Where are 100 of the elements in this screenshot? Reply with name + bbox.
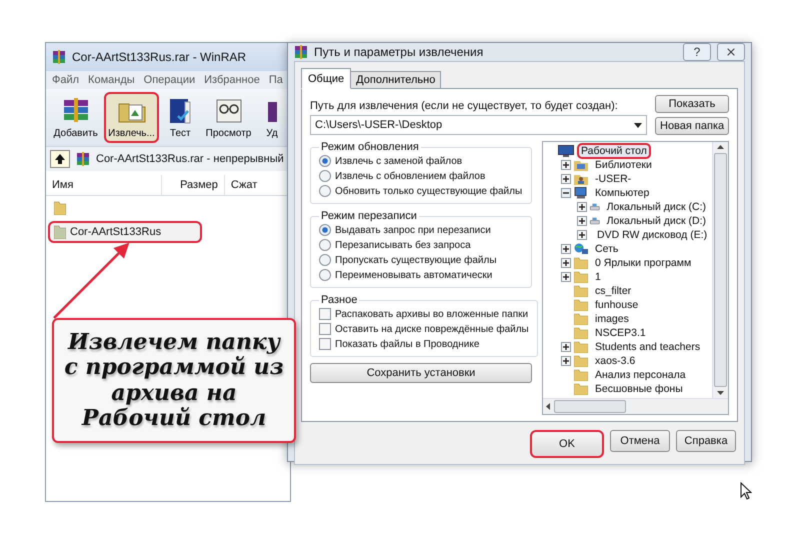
dialog-title: Путь и параметры извлечения: [314, 45, 484, 59]
column-header[interactable]: Размер: [162, 175, 225, 195]
menu-item[interactable]: Па: [268, 74, 283, 86]
path-combobox[interactable]: C:\Users\-USER-\Desktop: [310, 115, 647, 135]
expand-icon[interactable]: [577, 230, 587, 240]
expand-icon[interactable]: [561, 342, 571, 352]
tree-item[interactable]: cs_filter: [591, 283, 636, 299]
tab[interactable]: Дополнительно: [350, 71, 442, 89]
radio-option[interactable]: Извлечь с обновлением файлов: [319, 170, 523, 182]
vertical-scrollbar[interactable]: [712, 142, 728, 398]
dropdown-icon: [634, 122, 642, 128]
network-icon: [574, 243, 588, 255]
collapse-icon[interactable]: [561, 188, 571, 198]
scroll-up-icon[interactable]: [717, 145, 724, 149]
checkbox-option[interactable]: Показать файлы в Проводнике: [319, 338, 529, 350]
menu-item[interactable]: Операции: [144, 74, 196, 86]
radio-option[interactable]: Извлечь с заменой файлов: [319, 155, 523, 167]
checkbox-option[interactable]: Распаковать архивы во вложенные папки: [319, 308, 529, 320]
tree-item[interactable]: Библиотеки: [591, 157, 656, 173]
toolbar-button[interactable]: Уд: [256, 92, 287, 143]
radio-button[interactable]: [319, 269, 331, 281]
horizontal-scrollbar[interactable]: [543, 398, 728, 414]
tree-item[interactable]: xaos-3.6: [591, 353, 640, 369]
help-button[interactable]: ?: [683, 43, 711, 61]
archive-icon: [76, 152, 90, 166]
new-folder-button[interactable]: Новая папка: [655, 117, 729, 135]
radio-button[interactable]: [319, 254, 331, 266]
tree-item[interactable]: Локальный диск (C:): [602, 199, 710, 215]
radio-button[interactable]: [319, 224, 331, 236]
tree-item[interactable]: images: [591, 311, 633, 327]
dialog-button[interactable]: OK: [530, 430, 604, 458]
folder-icon: [574, 355, 588, 367]
user-icon: [574, 173, 588, 185]
folder-icon: [574, 285, 588, 297]
toolbar-button[interactable]: Извлечь...: [104, 92, 160, 143]
tree-item[interactable]: Рабочий стол: [577, 143, 651, 159]
drive-icon: [590, 201, 600, 213]
radio-option[interactable]: Пропускать существующие файлы: [319, 254, 523, 266]
callout-note: Извлечем папку с программой из архива на Рабочий стол: [52, 318, 296, 444]
radio-option[interactable]: Переименовывать автоматически: [319, 269, 523, 281]
window-title: Cor-AArtSt133Rus.rar - WinRAR: [72, 50, 246, 64]
menu-item[interactable]: Команды: [88, 74, 135, 86]
up-button[interactable]: [50, 150, 70, 168]
folder-icon: [574, 257, 588, 269]
library-icon: [574, 159, 588, 171]
expand-icon[interactable]: [561, 258, 571, 268]
dialog-button[interactable]: Отмена: [610, 430, 670, 452]
tree-item[interactable]: 0 Ярлыки программ: [591, 255, 696, 271]
tree-item[interactable]: Students and teachers: [591, 339, 704, 355]
radio-option[interactable]: Выдавать запрос при перезаписи: [319, 224, 523, 236]
tree-item[interactable]: Компьютер: [591, 185, 654, 201]
checkbox-option[interactable]: Оставить на диске повреждённые файлы: [319, 323, 529, 335]
scroll-left-icon[interactable]: [546, 403, 550, 410]
expand-icon[interactable]: [577, 216, 587, 226]
close-button[interactable]: [717, 43, 745, 61]
column-header[interactable]: Имя: [46, 175, 162, 195]
expand-icon[interactable]: [561, 244, 571, 254]
tree-item[interactable]: Локальный диск (D:): [602, 213, 710, 229]
archive-icon: [294, 45, 308, 59]
file-row[interactable]: Cor-AArtSt133Rus: [48, 221, 202, 243]
expand-icon[interactable]: [561, 272, 571, 282]
drive-icon: [590, 215, 600, 227]
tree-item[interactable]: Сеть: [591, 241, 622, 257]
checkbox[interactable]: [319, 338, 331, 350]
mouse-cursor-icon: [740, 482, 752, 500]
tree-item[interactable]: Бесшовные фоны: [591, 381, 687, 397]
expand-icon[interactable]: [561, 174, 571, 184]
tree-item[interactable]: 1: [591, 269, 605, 285]
toolbar-button[interactable]: Просмотр: [201, 92, 256, 143]
radio-button[interactable]: [319, 155, 331, 167]
tree-item[interactable]: funhouse: [591, 297, 642, 313]
up-arrow-icon: [54, 153, 66, 165]
tab[interactable]: Общие: [301, 68, 352, 89]
expand-icon[interactable]: [577, 202, 587, 212]
folder-icon: [54, 201, 66, 215]
checkbox[interactable]: [319, 308, 331, 320]
toolbar-button[interactable]: Тест: [160, 92, 200, 143]
checkbox[interactable]: [319, 323, 331, 335]
scroll-down-icon[interactable]: [717, 391, 724, 395]
radio-button[interactable]: [319, 239, 331, 251]
address-text: Cor-AArtSt133Rus.rar - непрерывный: [96, 153, 284, 165]
save-settings-button[interactable]: Сохранить установки: [310, 363, 532, 383]
radio-option[interactable]: Обновить только существующие файлы: [319, 185, 523, 197]
tree-item[interactable]: -USER-: [591, 171, 636, 187]
expand-icon[interactable]: [561, 160, 571, 170]
group-title: Режим обновления: [320, 141, 420, 153]
tree-item[interactable]: Анализ персонала: [591, 367, 690, 383]
tree-item[interactable]: DVD RW дисковод (E:): [593, 227, 712, 243]
menu-item[interactable]: Файл: [52, 74, 80, 86]
tree-item[interactable]: NSCEP3.1: [591, 325, 650, 341]
show-button[interactable]: Показать: [655, 95, 729, 113]
toolbar-button[interactable]: Добавить: [49, 92, 103, 143]
expand-icon[interactable]: [561, 356, 571, 366]
radio-option[interactable]: Перезаписывать без запроса: [319, 239, 523, 251]
radio-button[interactable]: [319, 185, 331, 197]
radio-button[interactable]: [319, 170, 331, 182]
dialog-button[interactable]: Справка: [676, 430, 736, 452]
folder-icon: [574, 299, 588, 311]
folder-icon: [574, 327, 588, 339]
menu-item[interactable]: Избранное: [204, 74, 260, 86]
